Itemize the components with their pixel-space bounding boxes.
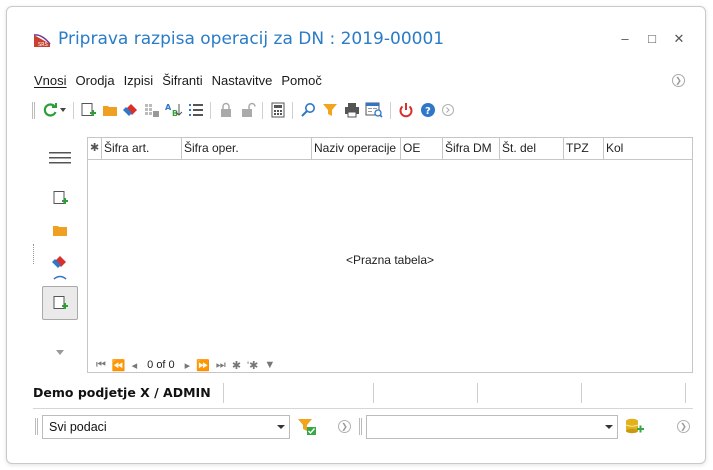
scroll-down-icon[interactable] [40, 342, 80, 362]
status-divider [223, 383, 224, 403]
grid-header: ✱ Šifra art. Šifra oper. Naziv operacije… [88, 138, 692, 160]
secondary-select[interactable] [366, 415, 618, 439]
help-icon[interactable]: ? [418, 99, 438, 121]
refresh-icon[interactable] [40, 99, 60, 121]
menu-vnosi[interactable]: Vnosi [34, 73, 67, 91]
toolbar-grip[interactable] [32, 102, 35, 119]
open-folder-icon[interactable] [100, 99, 120, 121]
chevron-down-icon[interactable] [277, 425, 285, 429]
filter-expand-circle-icon[interactable]: ❯ [338, 420, 351, 433]
lock-icon[interactable] [216, 99, 236, 121]
status-divider [581, 383, 582, 403]
toolbar: AB ? [32, 99, 592, 123]
grid-options-icon[interactable] [142, 99, 162, 121]
last-record-icon[interactable]: ⏭ [216, 359, 226, 372]
app-logo-icon: SRS [33, 34, 51, 48]
svg-text:A: A [165, 103, 172, 112]
filter-grip[interactable] [359, 418, 362, 435]
new-document-icon[interactable] [40, 182, 80, 214]
eraser-icon[interactable] [121, 99, 141, 121]
status-divider [685, 383, 686, 403]
column-header-sifra-art[interactable]: Šifra art. [102, 138, 182, 160]
hamburger-menu-icon[interactable] [40, 142, 80, 174]
toolbar-separator [210, 102, 211, 119]
status-bar: Demo podjetje X / ADMIN [33, 381, 693, 405]
calculator-icon[interactable] [268, 99, 288, 121]
refresh-dropdown-icon[interactable] [58, 99, 68, 121]
column-header-tpz[interactable]: TPZ [564, 138, 604, 160]
minimize-button[interactable]: – [615, 29, 635, 49]
column-header-naziv-operacije[interactable]: Naziv operacije [312, 138, 401, 160]
new-document-icon[interactable] [78, 99, 98, 121]
close-button[interactable]: ✕ [669, 29, 689, 49]
grid-navigator: ⏮ ⏪ ◂ 0 of 0 ▸ ⏩ ⏭ ✱ '✱ ▼ [96, 358, 275, 372]
menu-bar: Vnosi Orodja Izpisi Šifranti Nastavitve … [34, 73, 322, 91]
search-icon[interactable] [298, 99, 318, 121]
new-document-active-button[interactable] [42, 286, 78, 320]
toolbar-separator [292, 102, 293, 119]
title-bar: SRS Priprava razpisa operacij za DN : 20… [7, 7, 705, 57]
menu-orodja[interactable]: Orodja [76, 73, 115, 91]
first-record-icon[interactable]: ⏮ [96, 359, 106, 372]
grid-header-star-icon[interactable]: ✱ [88, 138, 102, 160]
window-title: Priprava razpisa operacij za DN : 2019-0… [58, 29, 445, 49]
unlock-icon[interactable] [238, 99, 258, 121]
left-toolbar [40, 142, 80, 372]
status-divider [373, 383, 374, 403]
open-folder-icon[interactable] [40, 214, 80, 246]
empty-table-text: <Prazna tabela> [345, 253, 435, 267]
record-position: 0 of 0 [147, 359, 175, 371]
menu-expand-circle-icon[interactable]: ❯ [672, 74, 685, 87]
data-filter-value: Svi podaci [49, 420, 107, 434]
collapse-handle-icon[interactable] [40, 270, 80, 286]
svg-text:?: ? [425, 106, 431, 117]
nav-filter-icon[interactable]: ▼ [264, 359, 275, 371]
column-header-st-del[interactable]: Št. del [500, 138, 564, 160]
sort-az-icon[interactable]: AB [164, 99, 184, 121]
maximize-button[interactable]: □ [642, 29, 662, 49]
toolbar-expand-circle-icon[interactable] [438, 99, 458, 121]
menu-nastavitve[interactable]: Nastavitve [212, 73, 273, 91]
column-header-sifra-oper[interactable]: Šifra oper. [182, 138, 312, 160]
filter-expand-circle-icon-2[interactable]: ❯ [677, 420, 690, 433]
print-icon[interactable] [342, 99, 362, 121]
menu-izpisi[interactable]: Izpisi [124, 73, 154, 91]
filter-apply-icon[interactable] [297, 418, 317, 436]
company-user-label: Demo podjetje X / ADMIN [33, 385, 211, 400]
filter-row: Svi podaci ❯ ❯ [35, 415, 695, 439]
next-page-icon[interactable]: ⏩ [196, 359, 210, 372]
data-filter-select[interactable]: Svi podaci [42, 415, 290, 439]
edit-record-icon[interactable]: '✱ [247, 359, 258, 372]
toolbar-separator [73, 102, 74, 119]
insert-record-icon[interactable]: ✱ [232, 359, 241, 372]
toolbar-separator [262, 102, 263, 119]
status-separator [33, 408, 693, 409]
next-record-icon[interactable]: ▸ [185, 359, 191, 372]
status-divider [477, 383, 478, 403]
previous-page-icon[interactable]: ⏪ [112, 359, 126, 372]
column-header-oe[interactable]: OE [401, 138, 443, 160]
menu-sifranti[interactable]: Šifranti [162, 73, 202, 91]
filter-grip[interactable] [35, 418, 38, 435]
svg-text:SRS: SRS [38, 42, 48, 48]
chevron-down-icon[interactable] [605, 425, 613, 429]
main-window: SRS Priprava razpisa operacij za DN : 20… [6, 6, 706, 464]
power-icon[interactable] [396, 99, 416, 121]
column-header-kol[interactable]: Kol [604, 138, 654, 160]
left-bar-dots [33, 244, 34, 264]
database-add-icon[interactable] [625, 418, 645, 436]
data-grid[interactable]: ✱ Šifra art. Šifra oper. Naziv operacije… [87, 137, 693, 373]
previous-record-icon[interactable]: ◂ [132, 359, 138, 372]
column-header-sifra-dm[interactable]: Šifra DM [443, 138, 500, 160]
menu-pomoc[interactable]: Pomoč [281, 73, 321, 91]
report-preview-icon[interactable] [364, 99, 384, 121]
list-icon[interactable] [186, 99, 206, 121]
filter-icon[interactable] [320, 99, 340, 121]
toolbar-separator [390, 102, 391, 119]
